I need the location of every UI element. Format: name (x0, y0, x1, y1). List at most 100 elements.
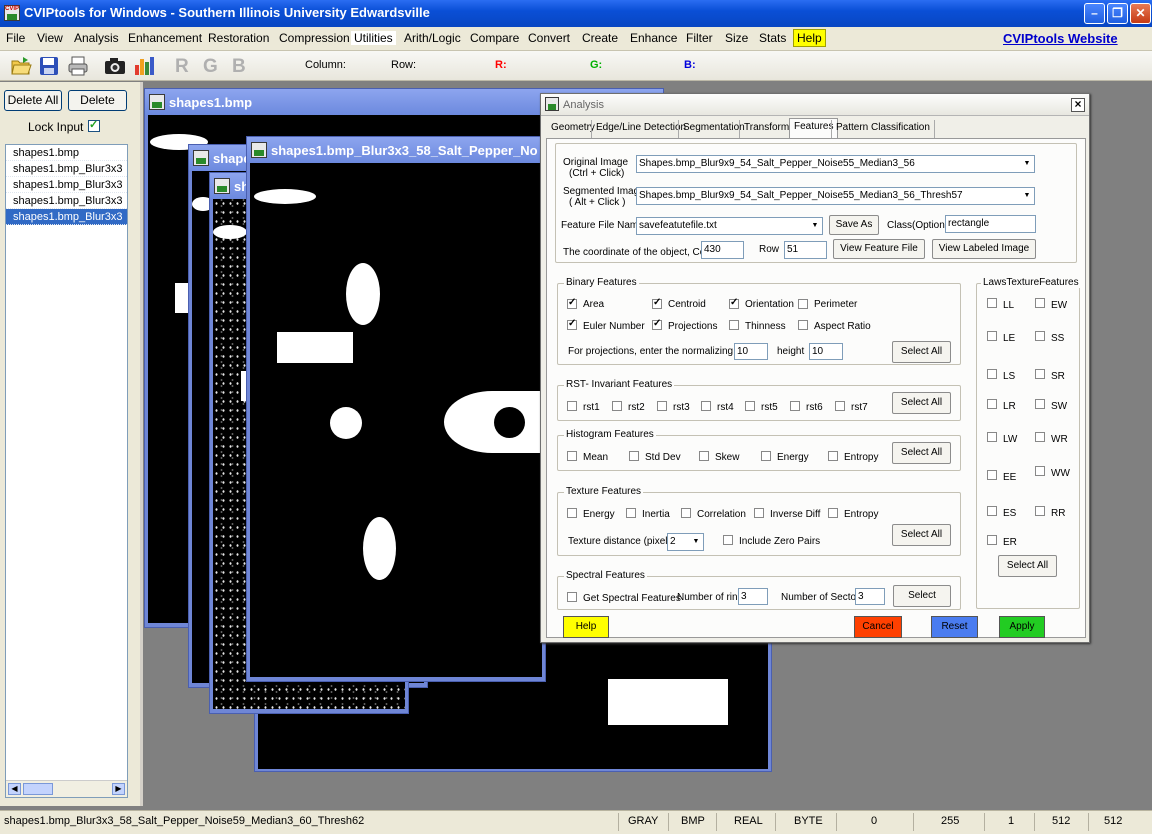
laws-sw-checkbox[interactable] (1035, 399, 1045, 409)
rst3-checkbox[interactable] (657, 401, 667, 411)
chevron-down-icon[interactable]: ▼ (808, 218, 822, 234)
menu-restoration[interactable]: Restoration (208, 31, 269, 45)
original-image-select[interactable]: Shapes.bmp_Blur9x9_54_Salt_Pepper_Noise5… (636, 155, 1035, 173)
menu-view[interactable]: View (37, 31, 63, 45)
open-icon[interactable] (10, 55, 32, 77)
save-icon[interactable] (38, 55, 60, 77)
panel-splitter[interactable] (140, 82, 143, 806)
view-labeled-image-button[interactable]: View Labeled Image (932, 239, 1036, 259)
horizontal-scrollbar[interactable]: ◀ ▶ (6, 780, 127, 797)
laws-select-all-button[interactable]: Select All (998, 555, 1057, 577)
segmented-image-select[interactable]: Shapes.bmp_Blur9x9_54_Salt_Pepper_Noise5… (636, 187, 1035, 205)
delete-button[interactable]: Delete (68, 90, 127, 111)
menu-filter[interactable]: Filter (686, 31, 713, 45)
aspect-ratio-checkbox[interactable] (798, 320, 808, 330)
normalizing-height-input[interactable]: 10 (809, 343, 843, 360)
histogram-select-all-button[interactable]: Select All (892, 442, 951, 464)
laws-ee-checkbox[interactable] (987, 470, 997, 480)
menu-convert[interactable]: Convert (528, 31, 570, 45)
texture-select-all-button[interactable]: Select All (892, 524, 951, 546)
scroll-thumb[interactable] (23, 783, 53, 795)
laws-ew-checkbox[interactable] (1035, 298, 1045, 308)
help-button[interactable]: Help (563, 616, 609, 638)
camera-icon[interactable] (104, 55, 126, 77)
texture-distance-select[interactable]: 2 ▼ (667, 533, 704, 551)
laws-sr-checkbox[interactable] (1035, 369, 1045, 379)
orientation-checkbox[interactable] (729, 297, 739, 309)
title-bar[interactable]: CVIP CVIPtools for Windows - Southern Il… (0, 0, 1152, 27)
tab-pattern-classification[interactable]: Pattern Classification (831, 120, 935, 138)
menu-utilities[interactable]: Utilities (351, 31, 396, 45)
scroll-right-icon[interactable]: ▶ (112, 783, 125, 795)
rst-select-all-button[interactable]: Select All (892, 392, 951, 414)
laws-lw-checkbox[interactable] (987, 432, 997, 442)
list-item-selected[interactable]: shapes1.bmp_Blur3x3 (6, 209, 127, 225)
rst2-checkbox[interactable] (612, 401, 622, 411)
laws-lr-checkbox[interactable] (987, 399, 997, 409)
col-input[interactable]: 430 (701, 241, 744, 259)
inverse-diff-checkbox[interactable] (754, 508, 764, 518)
perimeter-checkbox[interactable] (798, 299, 808, 309)
menu-arith-logic[interactable]: Arith/Logic (404, 31, 461, 45)
menu-create[interactable]: Create (582, 31, 618, 45)
tab-edge-line-detection[interactable]: Edge/Line Detection (591, 120, 690, 138)
cancel-button[interactable]: Cancel (854, 616, 902, 638)
menu-enhance[interactable]: Enhance (630, 31, 677, 45)
view-feature-file-button[interactable]: View Feature File (833, 239, 925, 259)
image-file-list[interactable]: shapes1.bmp shapes1.bmp_Blur3x3 shapes1.… (5, 144, 128, 798)
menu-file[interactable]: File (6, 31, 25, 45)
projections-checkbox[interactable] (652, 318, 662, 330)
rings-input[interactable]: 3 (738, 588, 768, 605)
minimize-button[interactable]: – (1084, 3, 1105, 24)
euler-number-checkbox[interactable] (567, 318, 577, 330)
rst5-checkbox[interactable] (745, 401, 755, 411)
laws-le-checkbox[interactable] (987, 331, 997, 341)
menu-size[interactable]: Size (725, 31, 748, 45)
binary-select-all-button[interactable]: Select All (892, 341, 951, 363)
laws-er-checkbox[interactable] (987, 535, 997, 545)
menu-compression[interactable]: Compression (279, 31, 350, 45)
entropy-checkbox[interactable] (828, 451, 838, 461)
sectors-input[interactable]: 3 (855, 588, 885, 605)
lock-input-checkbox[interactable] (88, 118, 100, 132)
restore-button[interactable]: ❐ (1107, 3, 1128, 24)
skew-checkbox[interactable] (699, 451, 709, 461)
menu-help[interactable]: Help (793, 29, 826, 47)
centroid-checkbox[interactable] (652, 297, 662, 309)
row-input[interactable]: 51 (784, 241, 827, 259)
dialog-titlebar[interactable]: Analysis × (541, 94, 1089, 116)
website-link[interactable]: CVIPtools Website (1003, 31, 1118, 46)
thinness-checkbox[interactable] (729, 320, 739, 330)
energy-checkbox[interactable] (761, 451, 771, 461)
chevron-down-icon[interactable]: ▼ (1020, 188, 1034, 204)
chevron-down-icon[interactable]: ▼ (689, 534, 703, 550)
list-item[interactable]: shapes1.bmp_Blur3x3 (6, 177, 127, 193)
inertia-checkbox[interactable] (626, 508, 636, 518)
menu-analysis[interactable]: Analysis (74, 31, 119, 45)
image-window-thresholded[interactable]: shapes1.bmp_Blur3x3_58_Salt_Pepper_No (246, 136, 546, 682)
chevron-down-icon[interactable]: ▼ (1020, 156, 1034, 172)
delete-all-button[interactable]: Delete All (4, 90, 62, 111)
red-channel-button[interactable]: R (175, 56, 189, 78)
save-as-button[interactable]: Save As (829, 215, 879, 235)
image-window-titlebar[interactable]: shapes1.bmp_Blur3x3_58_Salt_Pepper_No (247, 137, 545, 163)
texture-energy-checkbox[interactable] (567, 508, 577, 518)
laws-rr-checkbox[interactable] (1035, 506, 1045, 516)
apply-button[interactable]: Apply (999, 616, 1045, 638)
menu-compare[interactable]: Compare (470, 31, 519, 45)
include-zero-pairs-checkbox[interactable] (723, 535, 733, 545)
laws-ww-checkbox[interactable] (1035, 466, 1045, 476)
list-item[interactable]: shapes1.bmp_Blur3x3 (6, 193, 127, 209)
green-channel-button[interactable]: G (203, 56, 218, 78)
histogram-icon[interactable] (133, 55, 155, 77)
rst4-checkbox[interactable] (701, 401, 711, 411)
correlation-checkbox[interactable] (681, 508, 691, 518)
close-button[interactable]: ✕ (1130, 3, 1151, 24)
area-checkbox[interactable] (567, 297, 577, 309)
list-item[interactable]: shapes1.bmp (6, 145, 127, 161)
laws-ss-checkbox[interactable] (1035, 331, 1045, 341)
close-icon[interactable]: × (1071, 98, 1085, 112)
texture-entropy-checkbox[interactable] (828, 508, 838, 518)
menu-stats[interactable]: Stats (759, 31, 786, 45)
reset-button[interactable]: Reset (931, 616, 978, 638)
